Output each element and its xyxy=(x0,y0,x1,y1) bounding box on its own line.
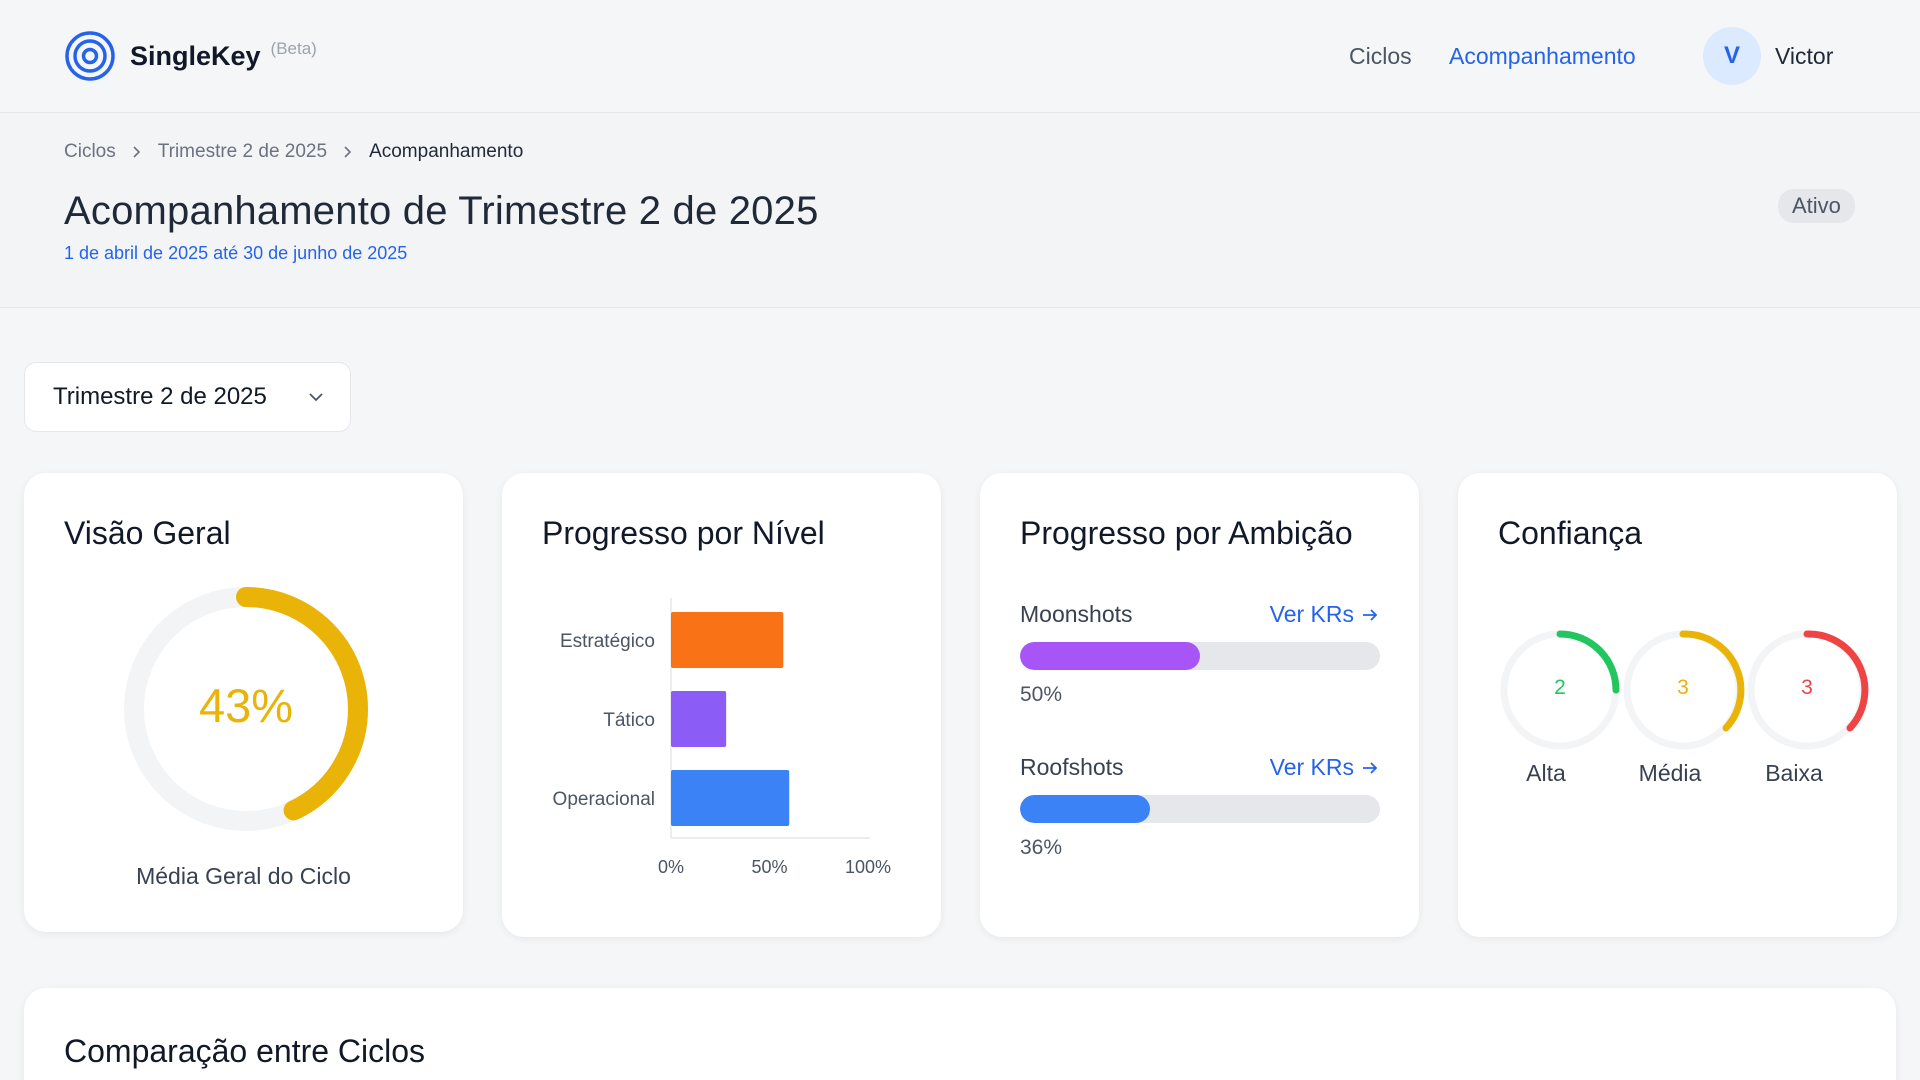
nav-acompanhamento[interactable]: Acompanhamento xyxy=(1449,43,1636,70)
ambition-progress-fill xyxy=(1020,795,1150,823)
confidence-label: Baixa xyxy=(1765,760,1823,786)
top-navbar: SingleKey (Beta) Ciclos Acompanhamento V… xyxy=(0,0,1920,113)
ambition-title: Progresso por Ambição xyxy=(1020,515,1353,551)
user-name[interactable]: Victor xyxy=(1775,43,1833,70)
ambition-card: Progresso por Ambição Moonshots Ver KRs … xyxy=(980,473,1419,937)
confidence-ring-media: 3 xyxy=(1621,628,1745,752)
ambition-name: Moonshots xyxy=(1020,601,1133,627)
brand[interactable]: SingleKey (Beta) xyxy=(64,30,317,82)
ver-krs-link[interactable]: Ver KRs xyxy=(1270,754,1380,781)
x-tick-label: 0% xyxy=(658,857,684,877)
chevron-down-icon xyxy=(309,393,323,402)
target-logo-icon xyxy=(65,31,115,81)
category-label: Operacional xyxy=(553,789,655,810)
bar-0[interactable] xyxy=(671,612,784,668)
ambition-progress-fill xyxy=(1020,642,1200,670)
comparison-title: Comparação entre Ciclos xyxy=(64,1033,426,1069)
confidence-label: Alta xyxy=(1526,760,1566,786)
page-title: Acompanhamento de Trimestre 2 de 2025 xyxy=(64,189,819,233)
ambition-name: Roofshots xyxy=(1020,754,1124,780)
ver-krs-label: Ver KRs xyxy=(1269,754,1354,780)
beta-badge: (Beta) xyxy=(270,39,317,58)
confidence-ring-baixa: 3 xyxy=(1745,628,1869,752)
overview-caption: Média Geral do Ciclo xyxy=(136,863,351,889)
brand-name: SingleKey xyxy=(130,40,261,71)
bar-2[interactable] xyxy=(671,770,790,826)
comparison-card: Comparação entre Ciclos xyxy=(24,988,1896,1080)
overview-value: 43% xyxy=(198,679,294,732)
arrow-right-icon xyxy=(1363,608,1378,621)
ambition-progress-bar xyxy=(1020,642,1380,670)
confidence-label: Média xyxy=(1638,760,1702,786)
ambition-progress-bar xyxy=(1020,795,1380,823)
breadcrumb: Ciclos Trimestre 2 de 2025 Acompanhament… xyxy=(64,141,523,163)
level-bar-chart: Estratégico Tático Operacional 0% 50% 100% xyxy=(553,598,891,877)
avatar[interactable]: V xyxy=(1703,27,1761,85)
chevron-right-icon xyxy=(133,146,140,158)
confidence-ring-alta: 2 xyxy=(1498,628,1622,752)
ambition-percent: 36% xyxy=(1020,836,1063,859)
ver-krs-label: Ver KRs xyxy=(1269,601,1354,627)
nav-ciclos[interactable]: Ciclos xyxy=(1349,43,1412,70)
confidence-count: 3 xyxy=(1801,676,1813,699)
ver-krs-link[interactable]: Ver KRs xyxy=(1270,601,1380,628)
breadcrumb-item-cycle[interactable]: Trimestre 2 de 2025 xyxy=(158,141,327,163)
arrow-right-icon xyxy=(1363,761,1378,774)
x-tick-label: 50% xyxy=(751,857,787,877)
confidence-count: 2 xyxy=(1554,676,1566,699)
cycle-select-value: Trimestre 2 de 2025 xyxy=(53,383,267,410)
breadcrumb-item-current: Acompanhamento xyxy=(369,141,524,162)
confidence-title: Confiança xyxy=(1498,515,1643,551)
level-card: Progresso por Nível Estratégico Tático Ope… xyxy=(502,473,941,937)
bar-1[interactable] xyxy=(671,691,727,747)
chevron-right-icon xyxy=(344,146,352,158)
status-badge: Ativo xyxy=(1778,189,1855,223)
cycle-select[interactable]: Trimestre 2 de 2025 xyxy=(24,362,351,432)
page-header: Ciclos Trimestre 2 de 2025 Acompanhament… xyxy=(0,113,1920,308)
confidence-count: 3 xyxy=(1677,676,1689,699)
ambition-percent: 50% xyxy=(1020,683,1063,706)
overview-title: Visão Geral xyxy=(64,515,231,551)
breadcrumb-item-ciclos[interactable]: Ciclos xyxy=(64,141,116,163)
overview-card: Visão Geral 43% Média Geral do Ciclo xyxy=(24,473,463,932)
cycle-dates: 1 de abril de 2025 até 30 de junho de 20… xyxy=(64,243,408,263)
category-label: Tático xyxy=(603,710,655,731)
confidence-card: Confiança 2 Alta 3 Média 3 Baixa xyxy=(1458,473,1897,937)
x-tick-label: 100% xyxy=(845,857,891,877)
category-label: Estratégico xyxy=(560,631,655,652)
